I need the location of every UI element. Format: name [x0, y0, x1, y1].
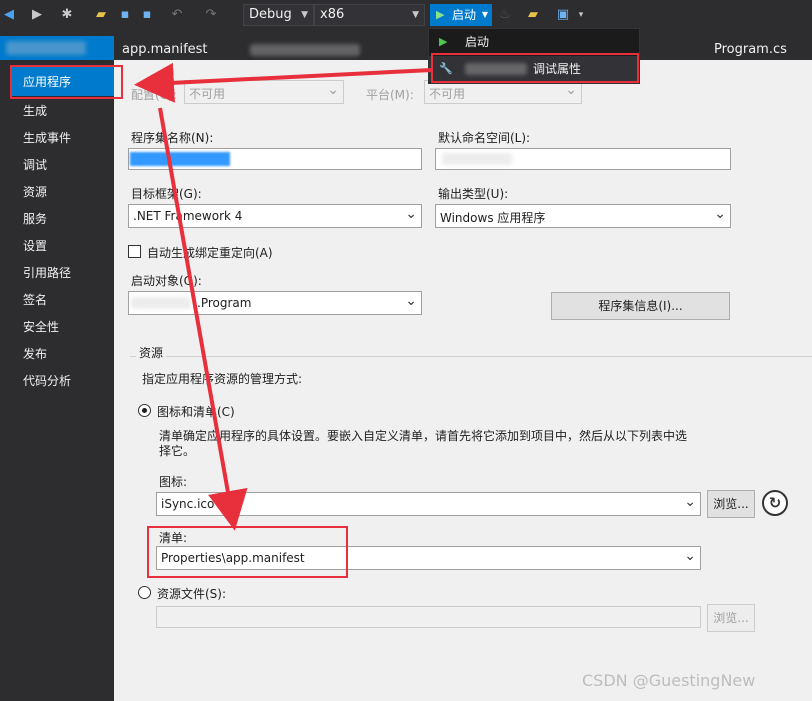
- nav-item-debug[interactable]: 调试: [23, 156, 47, 173]
- assembly-name-label: 程序集名称(N):: [131, 131, 214, 145]
- output-type-combo[interactable]: Windows 应用程序 ⌄: [435, 204, 731, 228]
- target-framework-value: .NET Framework 4: [133, 209, 243, 223]
- play-icon: ▶: [439, 35, 448, 48]
- start-label: 启动: [452, 8, 477, 22]
- icon-manifest-radio[interactable]: [138, 404, 151, 417]
- platform-dropdown[interactable]: x86 ▼: [314, 4, 425, 26]
- resource-file-browse-button: 浏览...: [707, 604, 755, 632]
- resources-groupbox: [130, 356, 812, 357]
- config-label: 配置(C):: [131, 88, 177, 102]
- nav-item-publish[interactable]: 发布: [23, 345, 47, 362]
- platform-value: x86: [320, 7, 345, 22]
- output-type-label: 输出类型(U):: [438, 187, 509, 201]
- toolbar: ◀ ▶ ✱ ▰ ▪ ▪ ↶ ↷ Debug ▼ x86 ▼ ▶ 启动 ▼ ♨ ▰…: [0, 0, 812, 30]
- resource-file-radio[interactable]: [138, 586, 151, 599]
- nav-item-security[interactable]: 安全性: [23, 318, 59, 335]
- save-icon[interactable]: ▪: [116, 6, 134, 24]
- back-icon[interactable]: ◀: [0, 6, 18, 24]
- startup-object-value: .Program: [197, 296, 252, 310]
- redacted-text: [6, 41, 86, 55]
- nav-item-reference-paths[interactable]: 引用路径: [23, 264, 71, 281]
- output-type-value: Windows 应用程序: [440, 211, 546, 225]
- nav-item-code-analysis[interactable]: 代码分析: [23, 372, 71, 389]
- overflow-icon[interactable]: ▾: [572, 6, 590, 24]
- folder-icon[interactable]: ▰: [524, 6, 542, 24]
- redacted-text: [442, 153, 512, 165]
- chevron-down-icon: ▼: [301, 10, 308, 20]
- chevron-down-icon: ⌄: [684, 548, 696, 564]
- startup-object-combo[interactable]: .Program ⌄: [128, 291, 422, 315]
- chevron-down-icon: ⌄: [565, 82, 577, 98]
- selected-redacted-text: [130, 152, 230, 166]
- manifest-description-line2: 择它。: [159, 444, 196, 458]
- nav-item-services[interactable]: 服务: [23, 210, 47, 227]
- save-all-icon[interactable]: ▪: [138, 6, 156, 24]
- redo-icon[interactable]: ↷: [202, 6, 220, 24]
- config-dropdown[interactable]: Debug ▼: [243, 4, 314, 26]
- config-combo: 不可用 ⌄: [184, 80, 344, 104]
- platform-combo-value: 不可用: [429, 87, 466, 101]
- resources-group-title: 资源: [136, 344, 167, 361]
- chevron-down-icon: ⌄: [327, 82, 339, 98]
- annotation-box-nav: [10, 65, 123, 99]
- chevron-down-icon[interactable]: ▼: [482, 4, 488, 26]
- new-item-icon[interactable]: ✱: [58, 6, 76, 24]
- refresh-icon[interactable]: ↻: [762, 490, 788, 516]
- config-value: Debug: [249, 7, 292, 22]
- chevron-down-icon: ⌄: [714, 206, 726, 222]
- tab-app-manifest[interactable]: app.manifest: [122, 42, 208, 57]
- auto-binding-redirect-label: 自动生成绑定重定向(A): [147, 246, 273, 260]
- nav-item-build-events[interactable]: 生成事件: [23, 129, 71, 146]
- target-framework-label: 目标框架(G):: [131, 187, 202, 201]
- annotation-box-manifest: [147, 526, 348, 578]
- auto-binding-redirect-checkbox[interactable]: [128, 245, 141, 258]
- assembly-info-button[interactable]: 程序集信息(I)...: [551, 292, 730, 320]
- default-namespace-label: 默认命名空间(L):: [438, 131, 531, 145]
- icon-manifest-label: 图标和清单(C): [157, 405, 235, 419]
- watermark: CSDN @GuestingNew: [582, 671, 756, 690]
- target-framework-combo[interactable]: .NET Framework 4 ⌄: [128, 204, 422, 228]
- platform-label: 平台(M):: [366, 88, 414, 102]
- tab-program-cs[interactable]: Program.cs: [714, 42, 787, 57]
- default-namespace-input[interactable]: [435, 148, 731, 170]
- icon-browse-button[interactable]: 浏览...: [707, 490, 755, 518]
- resource-file-label: 资源文件(S):: [157, 587, 227, 601]
- resources-description: 指定应用程序资源的管理方式:: [142, 372, 303, 386]
- icon-combo[interactable]: iSync.ico ⌄: [156, 492, 701, 516]
- icon-label: 图标:: [159, 475, 188, 489]
- startup-object-label: 启动对象(O):: [131, 274, 202, 288]
- chevron-down-icon: ⌄: [405, 206, 417, 222]
- resource-file-input: [156, 606, 701, 628]
- nav-item-build[interactable]: 生成: [23, 102, 47, 119]
- manifest-description-line1: 清单确定应用程序的具体设置。要嵌入自定义清单，请首先将它添加到项目中，然后从以下…: [159, 429, 688, 443]
- chevron-down-icon: ⌄: [405, 293, 417, 309]
- undo-icon[interactable]: ↶: [168, 6, 186, 24]
- forward-icon[interactable]: ▶: [28, 6, 46, 24]
- annotation-box-menu: [431, 53, 639, 83]
- nav-item-settings[interactable]: 设置: [23, 237, 47, 254]
- icon-combo-value: iSync.ico: [161, 497, 215, 511]
- play-icon: ▶: [436, 8, 445, 21]
- chevron-down-icon: ⌄: [684, 494, 696, 510]
- open-folder-icon[interactable]: ▰: [92, 6, 110, 24]
- menu-item-start-label: 启动: [465, 35, 490, 49]
- nav-item-resources[interactable]: 资源: [23, 183, 47, 200]
- window-icon[interactable]: ▣: [554, 6, 572, 24]
- tab-project-properties[interactable]: [0, 36, 114, 60]
- start-button[interactable]: ▶ 启动 ▼: [430, 4, 492, 26]
- chevron-down-icon: ▼: [412, 10, 419, 20]
- flame-icon[interactable]: ♨: [496, 6, 514, 24]
- menu-item-start[interactable]: ▶ 启动: [429, 29, 639, 55]
- redacted-text: [250, 44, 360, 56]
- config-combo-value: 不可用: [189, 87, 226, 101]
- assembly-name-input[interactable]: [128, 148, 422, 170]
- redacted-text: [131, 297, 191, 309]
- nav-item-signing[interactable]: 签名: [23, 291, 47, 308]
